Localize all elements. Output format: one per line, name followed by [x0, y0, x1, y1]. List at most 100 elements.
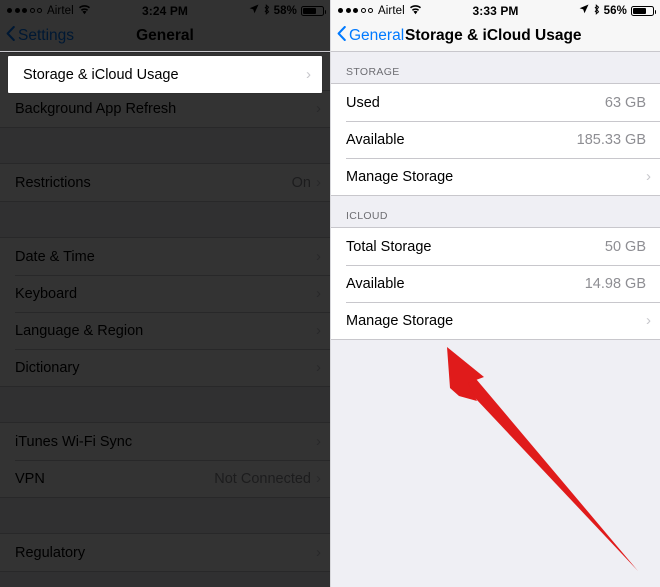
- left-status-time: 3:24 PM: [141, 3, 189, 18]
- list-item[interactable]: VPN Not Connected ›: [0, 460, 330, 497]
- list-item-label: Manage Storage: [346, 312, 454, 329]
- left-settings-list: Storage & iCloud Usage›Background App Re…: [0, 52, 330, 587]
- chevron-right-icon: ›: [646, 168, 651, 185]
- list-item-right: ›: [311, 249, 321, 264]
- list-item[interactable]: Total Storage 50 GB: [331, 228, 660, 265]
- chevron-right-icon: ›: [646, 312, 651, 329]
- list-item[interactable]: Used 63 GB: [331, 84, 660, 121]
- chevron-left-icon: [337, 26, 346, 46]
- list-item-right: On ›: [292, 175, 321, 191]
- right-status-time: 3:33 PM: [472, 3, 519, 18]
- chevron-right-icon: ›: [316, 359, 321, 376]
- list-item[interactable]: Regulatory ›: [0, 534, 330, 571]
- list-item-label: Used: [346, 94, 380, 111]
- group-gap: [0, 572, 330, 587]
- chevron-right-icon: ›: [306, 66, 311, 83]
- right-phone-panel: Airtel 3:33 PM 56% General Storage & iCl…: [330, 0, 660, 587]
- list-item-right: ›: [311, 286, 321, 301]
- list-item[interactable]: Manage Storage ›: [331, 158, 660, 195]
- section-header: ICLOUD: [346, 210, 388, 222]
- chevron-right-icon: ›: [316, 433, 321, 450]
- group-gap: [0, 387, 330, 422]
- chevron-right-icon: ›: [316, 322, 321, 339]
- settings-group: Total Storage 50 GB Available 14.98 GB Manag…: [331, 227, 660, 340]
- list-item[interactable]: Keyboard ›: [0, 275, 330, 312]
- list-item[interactable]: Background App Refresh ›: [0, 90, 330, 127]
- list-item-value: 63 GB: [604, 94, 646, 111]
- right-status-bar: Airtel 3:33 PM 56%: [331, 0, 660, 21]
- list-item-label: VPN: [15, 470, 45, 487]
- settings-group: Restrictions On ›: [0, 163, 330, 202]
- list-item-label: Total Storage: [346, 238, 432, 255]
- group-gap: [0, 498, 330, 533]
- highlighted-row-right: ›: [306, 67, 311, 82]
- list-item-label: Regulatory: [15, 544, 86, 561]
- group-gap: [0, 202, 330, 237]
- list-item[interactable]: Language & Region ›: [0, 312, 330, 349]
- chevron-right-icon: ›: [316, 285, 321, 302]
- list-item-value: On: [291, 174, 311, 191]
- list-item-label: Keyboard: [15, 285, 78, 302]
- back-button-settings[interactable]: Settings: [0, 26, 74, 46]
- list-item-right: ›: [311, 323, 321, 338]
- left-status-bar: Airtel 3:24 PM 58%: [0, 0, 330, 21]
- group-gap: [0, 128, 330, 163]
- dual-phone-screenshot: Airtel 3:24 PM 58% Settings General Back…: [0, 0, 660, 587]
- back-button-label: Settings: [18, 27, 75, 44]
- chevron-right-icon: ›: [316, 248, 321, 265]
- list-item[interactable]: Restrictions On ›: [0, 164, 330, 201]
- list-item-value: Not Connected: [214, 470, 311, 487]
- list-item-label: Dictionary: [15, 359, 80, 376]
- right-nav-bar: General Storage & iCloud Usage: [331, 21, 660, 52]
- list-item-right: ›: [641, 313, 651, 328]
- chevron-right-icon: ›: [316, 544, 321, 561]
- list-item[interactable]: Available 14.98 GB: [331, 265, 660, 302]
- list-item-right: 14.98 GB: [585, 276, 651, 292]
- list-item[interactable]: Date & Time ›: [0, 238, 330, 275]
- chevron-right-icon: ›: [316, 470, 321, 487]
- list-item-label: Available: [346, 131, 405, 148]
- chevron-left-icon: [6, 26, 15, 46]
- list-item-label: Language & Region: [15, 322, 144, 339]
- list-item-label: iTunes Wi-Fi Sync: [15, 433, 133, 450]
- left-nav-bar: Settings General: [0, 21, 330, 52]
- list-item-label: Restrictions: [15, 174, 91, 191]
- highlighted-row-label: Storage & iCloud Usage: [23, 66, 179, 83]
- list-item-value: 50 GB: [604, 238, 646, 255]
- chevron-right-icon: ›: [316, 174, 321, 191]
- section-header: STORAGE: [346, 66, 400, 78]
- list-item-right: 63 GB: [605, 95, 651, 111]
- list-item-label: Manage Storage: [346, 168, 454, 185]
- back-button-label: General: [349, 27, 405, 44]
- list-item-right: ›: [311, 360, 321, 375]
- list-item-right: ›: [311, 101, 321, 116]
- left-phone-panel: Airtel 3:24 PM 58% Settings General Back…: [0, 0, 330, 587]
- list-item-value: 185.33 GB: [576, 131, 646, 148]
- left-groups-container: Storage & iCloud Usage›Background App Re…: [0, 52, 330, 587]
- back-button-general[interactable]: General: [331, 26, 404, 46]
- right-page-title: Storage & iCloud Usage: [405, 27, 582, 44]
- chevron-right-icon: ›: [316, 100, 321, 117]
- list-item-label: Date & Time: [15, 248, 95, 265]
- battery-icon: [301, 5, 326, 16]
- list-item-label: Available: [346, 275, 405, 292]
- list-item-right: Not Connected ›: [214, 471, 321, 487]
- settings-group: iTunes Wi-Fi Sync › VPN Not Connected ›: [0, 422, 330, 498]
- settings-group: Date & Time › Keyboard › Language & Region › D…: [0, 237, 330, 387]
- settings-group: Used 63 GB Available 185.33 GB Manage Storag…: [331, 83, 660, 196]
- highlighted-row-storage-icloud-usage[interactable]: Storage & iCloud Usage ›: [8, 56, 322, 93]
- battery-icon: [631, 5, 656, 16]
- storage-icloud-list: STORAGE Used 63 GB Available 185.33 GB Manage…: [331, 52, 660, 340]
- list-item-label: Background App Refresh: [15, 100, 177, 117]
- list-item[interactable]: Manage Storage ›: [331, 302, 660, 339]
- list-item-right: ›: [641, 169, 651, 184]
- list-item-right: ›: [311, 545, 321, 560]
- list-item[interactable]: iTunes Wi-Fi Sync ›: [0, 423, 330, 460]
- list-item-right: 185.33 GB: [577, 132, 651, 148]
- list-item-value: 14.98 GB: [584, 275, 646, 292]
- list-item-right: ›: [311, 434, 321, 449]
- list-item[interactable]: Dictionary ›: [0, 349, 330, 386]
- list-item[interactable]: Available 185.33 GB: [331, 121, 660, 158]
- list-item-right: 50 GB: [605, 239, 651, 255]
- settings-group: Regulatory ›: [0, 533, 330, 572]
